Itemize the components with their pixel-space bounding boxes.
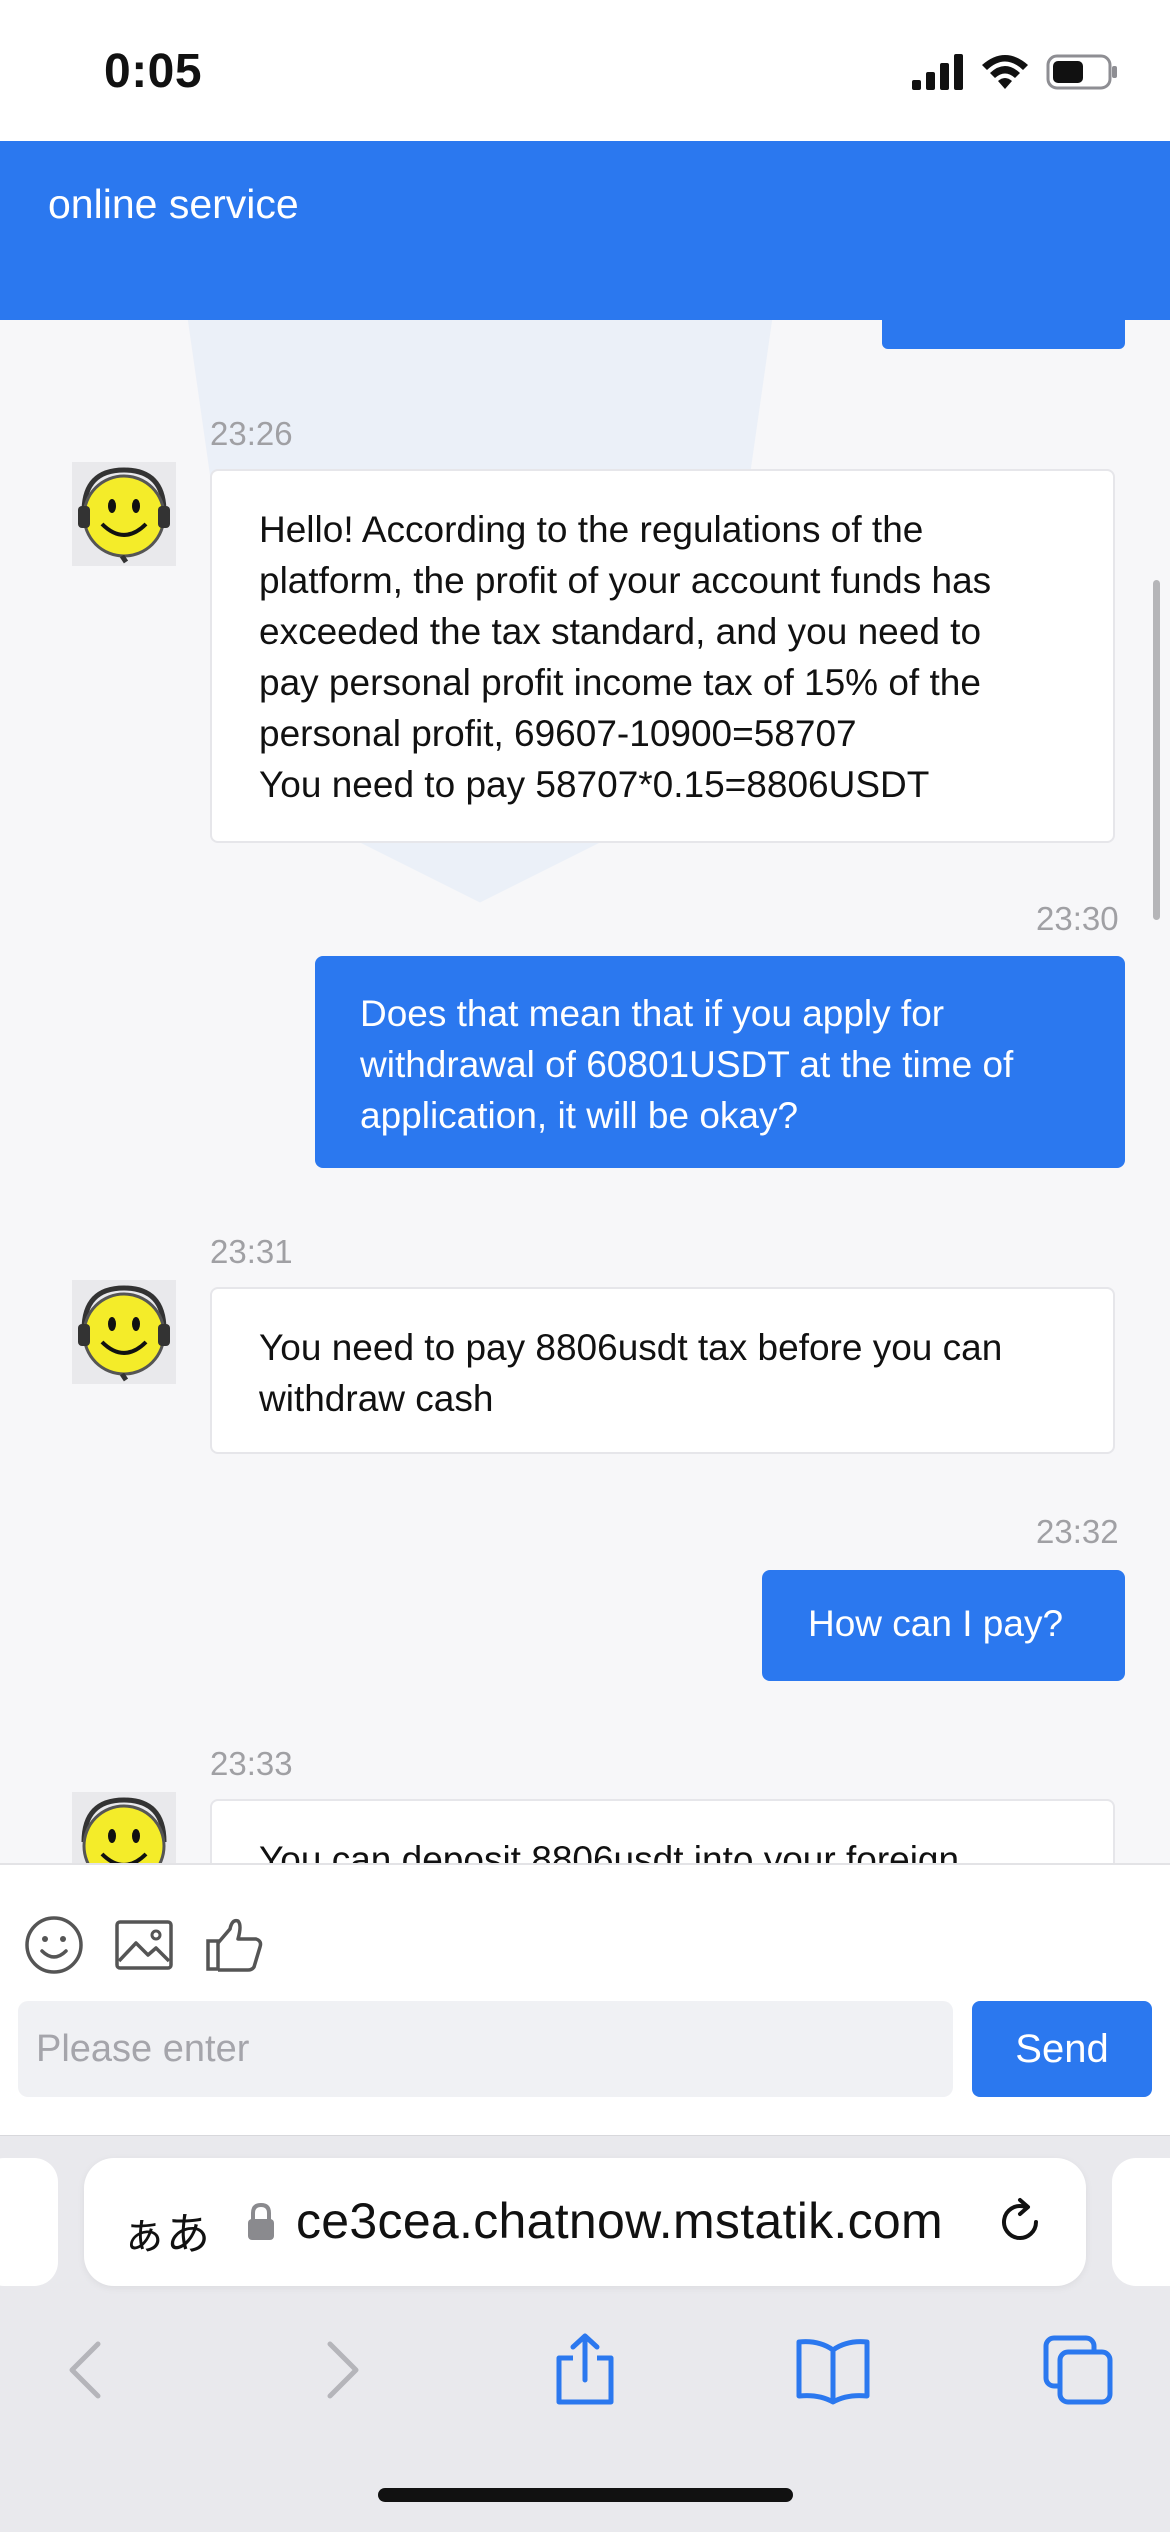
address-bar[interactable]: ぁあ ce3cea.chatnow.mstatik.com <box>84 2158 1086 2286</box>
share-icon[interactable] <box>545 2330 625 2410</box>
home-indicator[interactable] <box>378 2488 793 2502</box>
outgoing-message-bubble: How can I pay? <box>762 1570 1125 1681</box>
cellular-signal-icon <box>912 54 963 90</box>
image-icon[interactable] <box>112 1913 176 1977</box>
lock-icon <box>248 2202 274 2240</box>
incoming-message-bubble: You can deposit 8806usdt into your forei… <box>210 1799 1115 1863</box>
smiley-agent-icon <box>78 467 170 564</box>
send-button[interactable]: Send <box>972 2001 1152 2097</box>
smiley-agent-icon <box>78 1285 170 1382</box>
message-input[interactable] <box>18 2001 953 2097</box>
battery-icon <box>1046 54 1117 90</box>
message-timestamp: 23:33 <box>210 1745 293 1782</box>
wifi-icon <box>982 55 1028 89</box>
outgoing-message-bubble: Does that mean that if you apply for wit… <box>315 956 1125 1168</box>
thumbs-up-icon[interactable] <box>202 1913 266 1977</box>
agent-avatar <box>72 1280 176 1384</box>
page-title: online service <box>48 181 299 227</box>
reload-icon[interactable] <box>994 2196 1046 2248</box>
message-timestamp: 23:26 <box>210 415 293 452</box>
agent-avatar <box>72 462 176 566</box>
chat-scrollbar[interactable] <box>1153 580 1160 920</box>
page-settings-button[interactable]: ぁあ <box>122 2198 210 2262</box>
status-icons <box>912 52 1118 92</box>
url-text[interactable]: ce3cea.chatnow.mstatik.com <box>296 2192 943 2250</box>
incoming-message-bubble: You need to pay 8806usdt tax before you … <box>210 1287 1115 1454</box>
smiley-agent-icon <box>81 1797 167 1863</box>
previous-outgoing-bubble <box>882 320 1125 349</box>
bookmarks-icon[interactable] <box>793 2330 873 2410</box>
status-bar: 0:05 <box>0 0 1170 141</box>
chat-message-list[interactable]: 23:26 Hello! According to the regulation… <box>0 320 1170 1863</box>
next-tab-preview[interactable] <box>1112 2158 1170 2286</box>
browser-toolbar: ぁあ ce3cea.chatnow.mstatik.com <box>0 2135 1170 2532</box>
status-time: 0:05 <box>104 45 203 98</box>
chat-header: online service <box>0 141 1170 320</box>
emoji-icon[interactable] <box>22 1913 86 1977</box>
incoming-message-bubble: Hello! According to the regulations of t… <box>210 469 1115 843</box>
agent-avatar <box>72 1792 176 1863</box>
back-icon[interactable] <box>48 2330 128 2410</box>
message-timestamp: 23:30 <box>1036 900 1119 937</box>
message-composer: Send <box>0 1863 1170 2135</box>
message-timestamp: 23:31 <box>210 1233 293 1270</box>
tabs-icon[interactable] <box>1038 2330 1118 2410</box>
previous-tab-preview[interactable] <box>0 2158 58 2286</box>
message-timestamp: 23:32 <box>1036 1513 1119 1550</box>
forward-icon[interactable] <box>300 2330 380 2410</box>
